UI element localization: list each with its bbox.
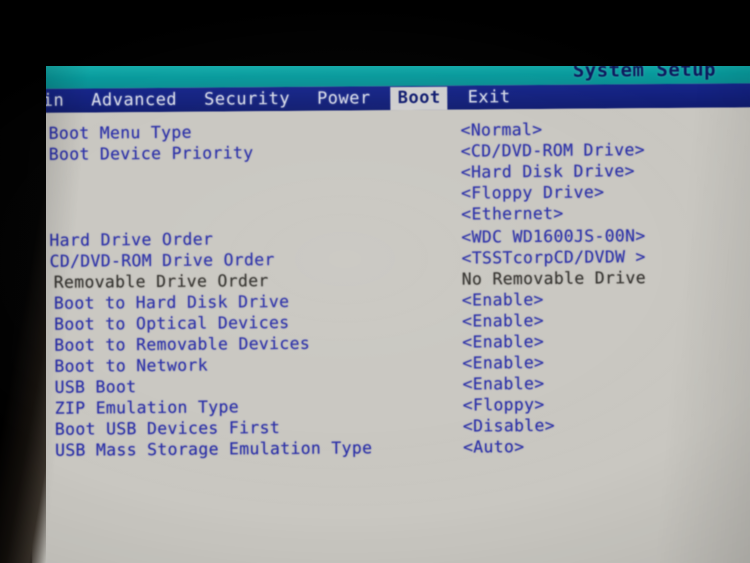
settings-row[interactable]: <Ethernet> xyxy=(29,201,750,228)
setting-label: Boot to Optical Devices xyxy=(53,312,290,334)
setting-value[interactable]: <CD/DVD-ROM Drive> xyxy=(461,139,645,161)
menu-tab-exit[interactable]: Exit xyxy=(461,86,518,109)
setting-value[interactable]: <Enable> xyxy=(462,352,544,374)
setting-label: Boot Device Priority xyxy=(48,143,254,164)
photo-of-monitor: System Setup Main Advanced Security Power Bo… xyxy=(0,0,750,563)
setting-value[interactable]: <Floppy Drive> xyxy=(461,181,604,203)
setting-label: USB Mass Storage Emulation Type xyxy=(54,438,373,460)
menu-tab-advanced[interactable]: Advanced xyxy=(84,88,184,112)
setting-label: ZIP Emulation Type xyxy=(54,397,240,418)
setting-label: Boot USB Devices First xyxy=(54,418,281,439)
page-title: System Setup xyxy=(572,58,717,82)
setting-value[interactable]: No Removable Drive xyxy=(462,267,646,289)
setting-value[interactable]: <Enable> xyxy=(462,310,544,332)
setting-value[interactable]: <Normal> xyxy=(460,119,542,141)
bios-screen: System Setup Main Advanced Security Power Bo… xyxy=(21,57,750,563)
setting-label: USB Boot xyxy=(54,377,137,397)
menu-tab-boot[interactable]: Boot xyxy=(390,86,448,110)
setting-value[interactable]: <Enable> xyxy=(462,373,544,395)
setting-value[interactable]: <Floppy> xyxy=(463,394,545,416)
menu-tab-security[interactable]: Security xyxy=(197,87,297,111)
settings-row[interactable]: USB Mass Storage Emulation Type <Auto> xyxy=(31,434,750,461)
setting-value[interactable]: <TSSTcorpCD/DVDW > xyxy=(461,246,645,268)
menu-tab-main[interactable]: Main xyxy=(14,89,71,112)
setting-value[interactable]: <WDC WD1600JS-00N> xyxy=(461,225,645,247)
setting-label: Removable Drive Order xyxy=(53,271,269,292)
setting-value[interactable]: <Ethernet> xyxy=(461,203,564,225)
setting-value[interactable]: <Enable> xyxy=(462,289,544,311)
setting-label: Boot to Removable Devices xyxy=(54,333,311,355)
setting-label: Hard Drive Order xyxy=(49,229,214,250)
setting-value[interactable]: <Auto> xyxy=(463,436,525,457)
bezel-top xyxy=(0,0,750,66)
menu-tab-power[interactable]: Power xyxy=(310,87,378,111)
setting-value[interactable]: <Hard Disk Drive> xyxy=(461,160,635,182)
setting-value[interactable]: <Disable> xyxy=(463,415,555,437)
settings-panel: Boot Menu Type <Normal> Boot Device Priori… xyxy=(28,107,750,563)
setting-label: Boot Menu Type xyxy=(48,122,192,143)
setting-label: CD/DVD-ROM Drive Order xyxy=(49,250,275,271)
setting-label: Boot to Hard Disk Drive xyxy=(53,291,290,313)
setting-value[interactable]: <Enable> xyxy=(462,331,544,353)
setting-label: Boot to Network xyxy=(54,355,208,376)
